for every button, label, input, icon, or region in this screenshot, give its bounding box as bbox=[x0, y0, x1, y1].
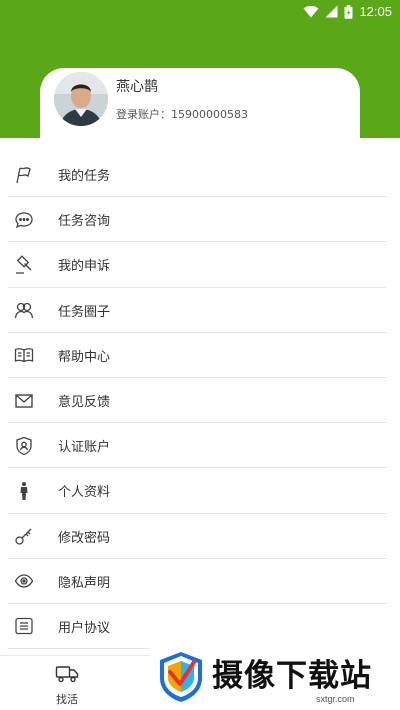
menu-item-task-circle[interactable]: 任务圈子 bbox=[0, 288, 400, 333]
list-icon bbox=[14, 616, 34, 636]
menu-label: 帮助中心 bbox=[58, 349, 111, 365]
menu-item-user-agreement[interactable]: 用户协议 bbox=[0, 604, 400, 650]
truck-icon bbox=[55, 664, 79, 688]
menu-label: 我的申诉 bbox=[58, 259, 111, 275]
app-screen: 12:05 燕心鹊 登录账户：15900000583 我的任务 任务咨询 我的申… bbox=[0, 0, 400, 710]
menu-item-privacy[interactable]: 隐私声明 bbox=[0, 559, 400, 604]
wifi-icon bbox=[303, 5, 319, 18]
menu-item-verify-account[interactable]: 认证账户 bbox=[0, 423, 400, 469]
menu-label: 用户协议 bbox=[58, 620, 111, 636]
profile-card[interactable]: 燕心鹊 登录账户：15900000583 bbox=[40, 68, 360, 158]
watermark: 摄像下载站 sxtgr.com bbox=[150, 646, 400, 710]
person-icon bbox=[14, 481, 34, 501]
watermark-text: 摄像下载站 bbox=[212, 658, 372, 694]
status-time: 12:05 bbox=[359, 4, 392, 19]
book-icon bbox=[14, 345, 34, 365]
menu-label: 隐私声明 bbox=[58, 575, 111, 591]
menu-item-help-center[interactable]: 帮助中心 bbox=[0, 333, 400, 378]
menu-label: 任务咨询 bbox=[58, 214, 111, 230]
watermark-logo bbox=[160, 652, 202, 702]
watermark-url: sxtgr.com bbox=[316, 694, 355, 704]
menu-item-change-password[interactable]: 修改密码 bbox=[0, 514, 400, 559]
envelope-icon bbox=[14, 391, 34, 411]
username: 燕心鹊 bbox=[116, 79, 158, 95]
status-icons: 12:05 bbox=[303, 4, 392, 19]
menu-item-feedback[interactable]: 意见反馈 bbox=[0, 378, 400, 424]
menu-label: 我的任务 bbox=[58, 169, 111, 185]
menu-list: 我的任务 任务咨询 我的申诉 任务圈子 帮助中心 意见反馈 认证账户 个人资料 … bbox=[0, 152, 400, 650]
flag-icon bbox=[14, 165, 34, 185]
nav-item-find-work[interactable]: 找活 bbox=[40, 664, 94, 707]
menu-label: 认证账户 bbox=[58, 440, 111, 456]
menu-label: 意见反馈 bbox=[58, 395, 111, 411]
menu-label: 修改密码 bbox=[58, 530, 111, 546]
chat-bubble-icon bbox=[14, 210, 34, 230]
menu-label: 个人资料 bbox=[58, 485, 111, 501]
people-icon bbox=[14, 300, 34, 320]
menu-label: 任务圈子 bbox=[58, 304, 111, 320]
account-number: 登录账户：15900000583 bbox=[116, 108, 248, 121]
signal-icon bbox=[325, 5, 338, 18]
key-icon bbox=[14, 526, 34, 546]
avatar[interactable] bbox=[54, 72, 108, 126]
eye-icon bbox=[14, 571, 34, 591]
battery-icon bbox=[344, 4, 353, 19]
menu-item-profile[interactable]: 个人资料 bbox=[0, 468, 400, 514]
menu-item-my-appeal[interactable]: 我的申诉 bbox=[0, 242, 400, 288]
menu-item-my-tasks[interactable]: 我的任务 bbox=[0, 152, 400, 198]
menu-item-task-consult[interactable]: 任务咨询 bbox=[0, 197, 400, 243]
shield-user-icon bbox=[14, 436, 34, 456]
status-bar: 12:05 bbox=[0, 0, 400, 24]
gavel-icon bbox=[14, 255, 34, 275]
nav-label: 找活 bbox=[56, 693, 78, 706]
